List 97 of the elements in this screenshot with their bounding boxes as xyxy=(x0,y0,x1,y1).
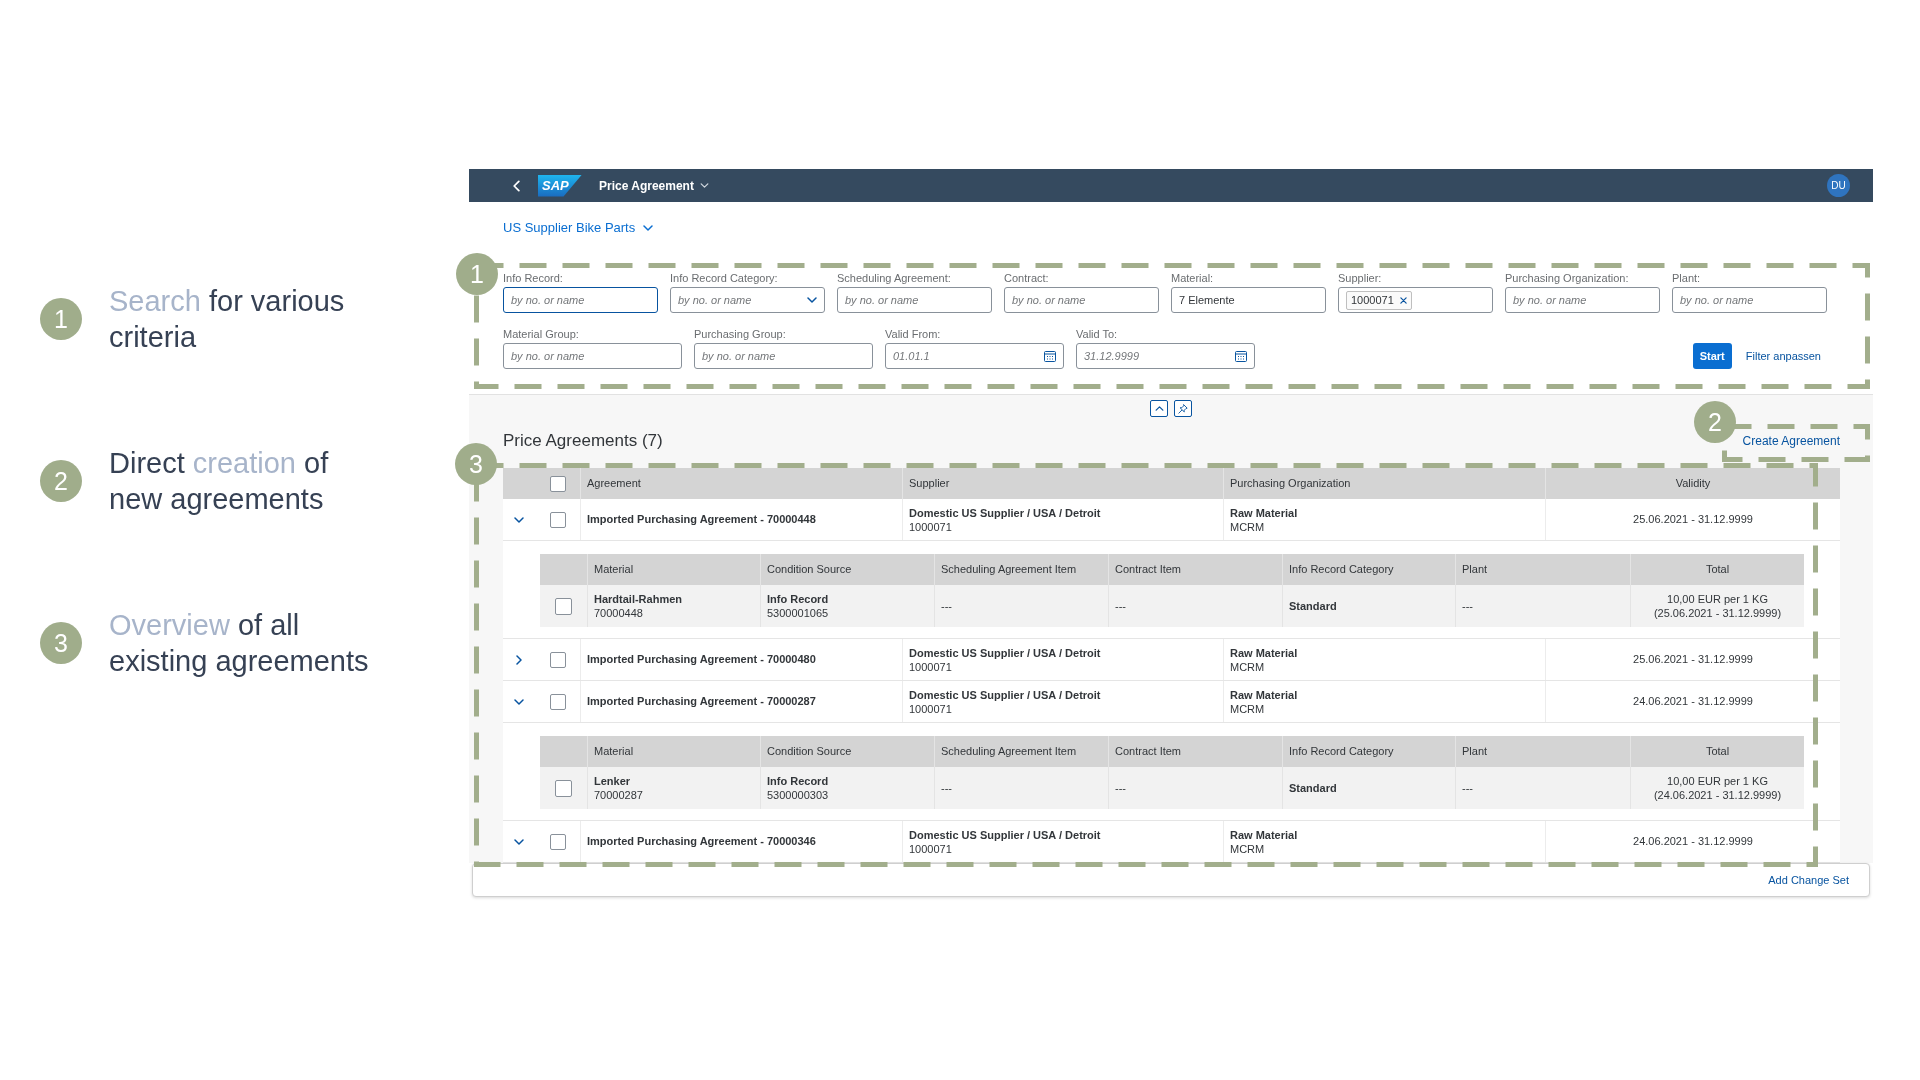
app-title-menu[interactable]: Price Agreement xyxy=(599,176,709,195)
field-label: Purchasing Group: xyxy=(694,327,787,341)
table-cell: 24.06.2021 - 31.12.9999 xyxy=(1545,821,1840,862)
start-button[interactable]: Start xyxy=(1692,343,1732,369)
input-field[interactable]: 1000071 xyxy=(1338,287,1493,313)
checkbox[interactable] xyxy=(555,779,572,797)
checkbox[interactable] xyxy=(549,693,566,710)
table-cell: Info Record 5300000303 xyxy=(760,767,934,809)
checkbox[interactable] xyxy=(549,511,566,528)
step-badge: 1 xyxy=(40,298,82,340)
checkbox[interactable] xyxy=(549,833,566,850)
table-cell: Domestic US Supplier / USA / Detroit 1000071 xyxy=(902,681,1223,722)
step-badge: 3 xyxy=(40,622,82,664)
table-cell: --- xyxy=(1455,585,1630,627)
table-cell: Imported Purchasing Agreement - 70000287 xyxy=(580,681,902,722)
input-field[interactable]: 01.01.1 xyxy=(885,343,1064,369)
chevron-up-icon xyxy=(1154,406,1164,411)
close-icon[interactable] xyxy=(1399,296,1407,304)
field-label: Plant: xyxy=(1672,271,1702,285)
field-label: Material Group: xyxy=(503,327,580,341)
avatar-button[interactable]: DU xyxy=(1827,174,1850,197)
column-header: Purchasing Organization xyxy=(1223,468,1545,499)
chevron-down-icon[interactable] xyxy=(807,297,817,303)
column-header: Validity xyxy=(1545,468,1840,499)
checkbox[interactable] xyxy=(549,651,566,668)
table-cell: Raw Material MCRM xyxy=(1223,639,1545,680)
adapt-filters-link[interactable]: Filter anpassen xyxy=(1745,347,1821,365)
input-field[interactable]: by no. or name xyxy=(1505,287,1660,313)
chevron-down-icon[interactable] xyxy=(514,838,524,845)
chevron-down-icon xyxy=(699,183,709,188)
token[interactable]: 1000071 xyxy=(1346,290,1412,310)
add-change-set-link[interactable]: Add Change Set xyxy=(1768,871,1849,889)
field-label: Scheduling Agreement: xyxy=(837,271,952,285)
field-label: Valid To: xyxy=(1076,327,1119,341)
table-cell: Imported Purchasing Agreement - 70000448 xyxy=(580,499,902,540)
column-header: Agreement xyxy=(580,468,902,499)
table-cell: Info Record 5300001065 xyxy=(760,585,934,627)
table-cell: --- xyxy=(1108,767,1282,809)
table-cell: Domestic US Supplier / USA / Detroit 1000071 xyxy=(902,821,1223,862)
calendar-icon[interactable] xyxy=(1235,350,1247,362)
checkbox[interactable] xyxy=(555,597,572,615)
table-cell: Imported Purchasing Agreement - 70000346 xyxy=(580,821,902,862)
table-title: Price Agreements (7) xyxy=(503,429,663,452)
input-field[interactable]: 31.12.9999 xyxy=(1076,343,1255,369)
input-field[interactable]: by no. or name xyxy=(837,287,992,313)
table-cell: Imported Purchasing Agreement - 70000480 xyxy=(580,639,902,680)
input-field[interactable]: by no. or name xyxy=(694,343,873,369)
table-cell: 10,00 EUR per 1 KG (24.06.2021 - 31.12.9999) xyxy=(1630,767,1804,809)
column-header: Supplier xyxy=(902,468,1223,499)
field-label: Valid From: xyxy=(885,327,942,341)
calendar-icon[interactable] xyxy=(1044,350,1056,362)
table-cell: Raw Material MCRM xyxy=(1223,821,1545,862)
input-field[interactable]: by no. or name xyxy=(503,287,658,313)
table-cell: 25.06.2021 - 31.12.9999 xyxy=(1545,639,1840,680)
table-cell: 25.06.2021 - 31.12.9999 xyxy=(1545,499,1840,540)
checkbox[interactable] xyxy=(549,475,566,492)
step-badge: 2 xyxy=(40,460,82,502)
table-cell: Standard xyxy=(1282,585,1455,627)
field-label: Purchasing Organization: xyxy=(1505,271,1630,285)
variant-selector[interactable]: US Supplier Bike Parts xyxy=(503,218,654,238)
field-label: Material: xyxy=(1171,271,1215,285)
callout-text: Search for various criteria xyxy=(109,284,345,355)
input-field[interactable]: by no. or name xyxy=(1004,287,1159,313)
table-cell: 10,00 EUR per 1 KG (25.06.2021 - 31.12.9999) xyxy=(1630,585,1804,627)
input-field[interactable]: by no. or name xyxy=(1672,287,1827,313)
table-cell: 24.06.2021 - 31.12.9999 xyxy=(1545,681,1840,722)
chevron-down-icon[interactable] xyxy=(514,516,524,523)
chevron-right-icon[interactable] xyxy=(516,654,522,665)
callout-text: Overview of all existing agreements xyxy=(109,608,369,679)
table-cell: --- xyxy=(934,767,1108,809)
table-cell: Standard xyxy=(1282,767,1455,809)
input-field[interactable]: by no. or name xyxy=(670,287,825,313)
input-field[interactable]: 7 Elemente xyxy=(1171,287,1326,313)
table-cell: --- xyxy=(1455,767,1630,809)
table-cell: Domestic US Supplier / USA / Detroit 1000071 xyxy=(902,499,1223,540)
field-label: Supplier: xyxy=(1338,271,1383,285)
table-cell: --- xyxy=(1108,585,1282,627)
chevron-down-icon xyxy=(643,225,654,231)
table-cell: --- xyxy=(934,585,1108,627)
collapse-button[interactable] xyxy=(1150,400,1168,417)
pin-button[interactable] xyxy=(1174,400,1192,417)
field-label: Info Record: xyxy=(503,271,564,285)
pin-icon xyxy=(1178,403,1188,414)
callout-text: Direct creation of new agreements xyxy=(109,446,329,517)
table-cell: Domestic US Supplier / USA / Detroit 1000071 xyxy=(902,639,1223,680)
table-cell: Raw Material MCRM xyxy=(1223,681,1545,722)
step-badge: 1 xyxy=(456,253,498,295)
field-label: Contract: xyxy=(1004,271,1050,285)
field-label: Info Record Category: xyxy=(670,271,779,285)
input-field[interactable]: by no. or name xyxy=(503,343,682,369)
back-icon[interactable] xyxy=(513,179,520,192)
chevron-down-icon[interactable] xyxy=(514,698,524,705)
step-badge: 3 xyxy=(455,443,497,485)
table-cell: Hardtail-Rahmen 70000448 xyxy=(587,585,760,627)
logo: SAP xyxy=(538,174,582,197)
table-cell: Lenker 70000287 xyxy=(587,767,760,809)
table-cell: Raw Material MCRM xyxy=(1223,499,1545,540)
